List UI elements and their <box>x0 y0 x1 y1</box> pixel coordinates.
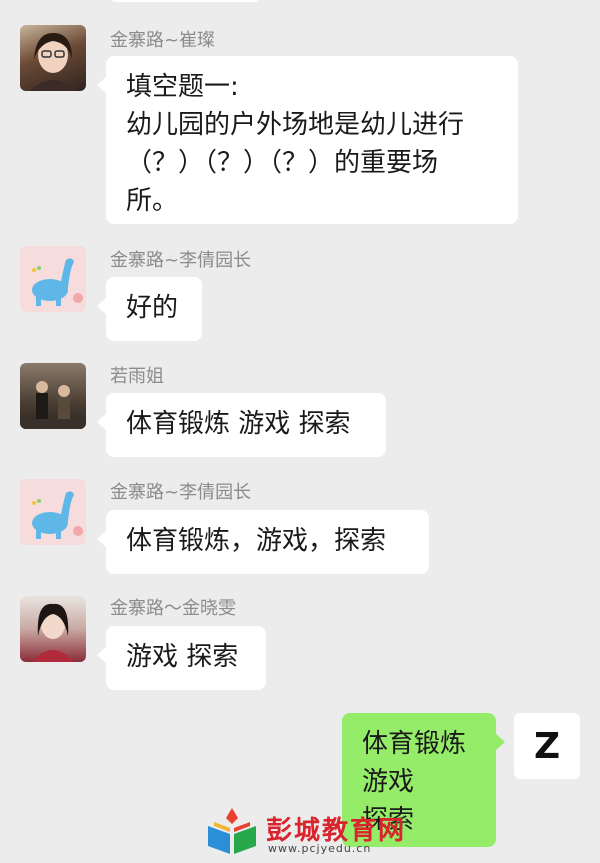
sender-name: 金寨路~李倩园长 <box>110 250 252 271</box>
couple-photo-icon <box>20 381 86 429</box>
woman-photo-icon <box>30 33 76 91</box>
message-bubble[interactable]: 游戏 探索 <box>97 626 266 690</box>
sender-name: 金寨路~崔璨 <box>110 30 216 51</box>
sender-avatar[interactable] <box>20 596 86 662</box>
blue-dinosaur-icon <box>32 491 83 539</box>
message-bubble[interactable]: 填空题一: 幼儿园的户外场地是幼儿进行 （？）（？）（？）的重要场 所。 <box>97 56 518 224</box>
self-avatar[interactable]: Z <box>514 713 580 779</box>
message-bubble[interactable]: 体育锻炼，游戏，探索 <box>97 510 429 574</box>
sender-name: 金寨路~李倩园长 <box>110 482 252 503</box>
sender-name: 若雨姐 <box>110 366 164 387</box>
sender-avatar[interactable] <box>20 246 86 312</box>
previous-message-bubble <box>110 0 260 2</box>
sender-name: 金寨路～金晓雯 <box>110 598 236 619</box>
woman-photo-icon <box>32 603 74 662</box>
book-logo-icon <box>208 808 256 854</box>
message-bubble[interactable]: 好的 <box>97 277 202 341</box>
sender-avatar[interactable] <box>20 479 86 545</box>
message-bubble[interactable]: 体育锻炼 游戏 探索 <box>97 393 386 457</box>
sender-avatar[interactable] <box>20 363 86 429</box>
blue-dinosaur-icon <box>32 258 83 306</box>
watermark-url: www.pcjyedu.cn <box>268 842 372 855</box>
sender-avatar[interactable] <box>20 25 86 91</box>
watermark: 彭城教育网 www.pcjyedu.cn <box>204 806 424 860</box>
